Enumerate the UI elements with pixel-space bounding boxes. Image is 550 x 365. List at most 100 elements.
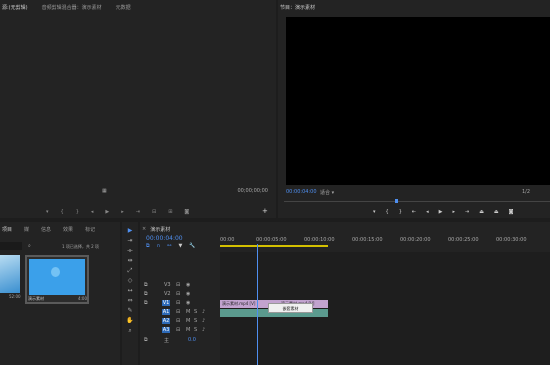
eye-icon[interactable]: ◉ [186, 300, 190, 306]
ruler-label: 00:00:25:00 [448, 237, 479, 243]
program-timecode: 00:00:04:00 [286, 189, 317, 195]
timeline-close-icon[interactable]: × [142, 226, 146, 232]
mute-icon[interactable]: M [186, 327, 190, 333]
rolling-edit-icon[interactable]: ⇹ [126, 257, 134, 265]
source-panel: 源:(无剪辑) 音频剪辑混合器：演示素材 元数据 00;00;00;00 ▦ ▾… [0, 0, 276, 218]
slide-icon[interactable]: ⇔ [126, 297, 134, 305]
step-back-icon[interactable]: ◂ [91, 209, 94, 215]
quality-select[interactable]: 1/2 [522, 189, 530, 195]
mic-icon[interactable]: ♪ [202, 327, 205, 333]
tab-markers[interactable]: 标记 [85, 226, 95, 233]
play-icon[interactable]: ▶ [105, 209, 109, 215]
mark-in-icon[interactable]: { [386, 209, 389, 215]
mark-out-icon[interactable]: { [61, 209, 64, 215]
master-volume[interactable]: 0.0 [188, 337, 196, 343]
lift-icon[interactable]: ⏏ [479, 209, 484, 215]
ruler-label: 00:00:30:00 [496, 237, 527, 243]
tool-bar: ▶ ⇥ ⟛ ⇹ ⤢ ◇ ↔ ⇔ ✎ ✋ ⌕ [122, 222, 138, 365]
playhead-marker[interactable] [395, 199, 398, 203]
track-a1[interactable]: A1 ⊟ M S ♪ [140, 309, 230, 317]
tab-media[interactable]: 媒 [24, 226, 29, 233]
mute-icon[interactable]: M [186, 309, 190, 315]
slip-icon[interactable]: ↔ [126, 287, 134, 295]
linked-icon[interactable]: ⚯ [167, 243, 171, 249]
mic-icon[interactable]: ♪ [202, 309, 205, 315]
tab-program[interactable]: 节目：演示素材 [280, 4, 315, 11]
tab-source[interactable]: 源:(无剪辑) [2, 4, 28, 11]
step-fwd-icon[interactable]: ▸ [121, 209, 124, 215]
tab-project[interactable]: 项目 [2, 226, 12, 233]
track-v3[interactable]: ⧉ V3 ⊟ ◉ [140, 282, 230, 290]
play-icon[interactable]: ▶ [439, 209, 443, 215]
go-out-icon[interactable]: ⇥ [136, 209, 140, 215]
tab-sequence[interactable]: 演示素材 [150, 226, 170, 233]
go-in-icon[interactable]: } [76, 209, 79, 215]
export-frame-icon[interactable]: ◙ [184, 209, 189, 215]
extract-icon[interactable]: ⏏ [494, 209, 499, 215]
mute-icon[interactable]: M [186, 318, 190, 324]
sync-lock-icon[interactable]: ⊟ [176, 291, 180, 297]
track-v1[interactable]: ⧉ V1 ⊟ ◉ [140, 300, 230, 308]
marker-icon[interactable]: ▼ [178, 243, 182, 249]
hand-icon[interactable]: ✋ [126, 317, 134, 325]
eye-icon[interactable]: ◉ [186, 291, 190, 297]
go-out-icon[interactable]: ⇥ [465, 209, 469, 215]
project-item-duration: 4:00 [78, 296, 87, 301]
search-input[interactable] [0, 242, 22, 250]
ruler-label: 00:00:10:00 [304, 237, 335, 243]
snap-icon[interactable]: ∩ [157, 243, 161, 249]
pen-icon[interactable]: ✎ [126, 307, 134, 315]
search-icon[interactable]: ⌕ [28, 243, 31, 249]
add-marker-icon[interactable]: ▾ [373, 209, 376, 215]
add-button[interactable]: + [262, 207, 268, 215]
solo-icon[interactable]: S [194, 309, 197, 315]
zoom-icon[interactable]: ⌕ [126, 327, 134, 335]
program-monitor: 节目：演示素材 00:00:04:00 适合 ▾ 1/2 ▾ { } ⇤ ◂ ▶… [278, 0, 550, 218]
source-marker-icon[interactable]: ▦ [102, 188, 107, 194]
mic-icon[interactable]: ♪ [202, 318, 205, 324]
nest-icon[interactable]: ⧉ [146, 243, 150, 249]
sync-lock-icon[interactable]: ⊟ [176, 327, 180, 333]
time-ruler[interactable]: 00:00 00:00:05:00 00:00:10:00 00:00:15:0… [220, 234, 550, 248]
solo-icon[interactable]: S [194, 327, 197, 333]
insert-icon[interactable]: ⊟ [152, 209, 156, 215]
tab-audio-mixer[interactable]: 音频剪辑混合器：演示素材 [42, 4, 102, 11]
overwrite-icon[interactable]: ⊞ [168, 209, 172, 215]
source-controls: ▾ { } ◂ ▶ ▸ ⇥ ⊟ ⊞ ◙ [46, 209, 189, 215]
track-select-icon[interactable]: ⇥ [126, 237, 134, 245]
track-a2[interactable]: A2 ⊟ M S ♪ [140, 318, 230, 326]
sync-lock-icon[interactable]: ⊟ [176, 309, 180, 315]
track-a3[interactable]: A3 ⊟ M S ♪ [140, 327, 230, 335]
track-v2[interactable]: ⧉ V2 ⊟ ◉ [140, 291, 230, 299]
playhead-line[interactable] [257, 244, 258, 365]
export-frame-icon[interactable]: ◙ [509, 209, 514, 215]
context-menu[interactable]: 嵌套素材 [268, 303, 313, 313]
project-item-thumb [29, 259, 85, 295]
project-item-thumb[interactable] [0, 255, 20, 293]
track-area[interactable]: 演示素材.mp4 [V] 演示素材.mp4 [V] 嵌套素材 [220, 244, 550, 365]
fit-select[interactable]: 适合 ▾ [320, 189, 334, 196]
work-area-bar[interactable] [220, 245, 328, 247]
razor-icon[interactable]: ◇ [126, 277, 134, 285]
mark-out-icon[interactable]: } [399, 209, 402, 215]
go-in-icon[interactable]: ⇤ [412, 209, 416, 215]
tab-effects[interactable]: 效果 [63, 226, 73, 233]
selection-tool-icon[interactable]: ▶ [126, 227, 134, 235]
timeline-panel: × 演示素材 00:00:04:00 ⧉ ∩ ⚯ ▼ 🔧 00:00 00:00… [140, 222, 550, 365]
sync-lock-icon[interactable]: ⊟ [176, 318, 180, 324]
program-scrubber[interactable] [284, 199, 550, 203]
solo-icon[interactable]: S [194, 318, 197, 324]
rate-stretch-icon[interactable]: ⤢ [126, 267, 134, 275]
step-fwd-icon[interactable]: ▸ [452, 209, 455, 215]
sync-lock-icon[interactable]: ⊟ [176, 300, 180, 306]
eye-icon[interactable]: ◉ [186, 282, 190, 288]
tab-metadata[interactable]: 元数据 [116, 4, 131, 11]
tab-info[interactable]: 信息 [41, 226, 51, 233]
mark-in-icon[interactable]: ▾ [46, 209, 49, 215]
step-back-icon[interactable]: ◂ [426, 209, 429, 215]
ripple-edit-icon[interactable]: ⟛ [126, 247, 134, 255]
sync-lock-icon[interactable]: ⊟ [176, 282, 180, 288]
program-video-frame [286, 17, 550, 185]
clip-video-1[interactable]: 演示素材.mp4 [V] [220, 300, 265, 308]
settings-icon[interactable]: 🔧 [189, 243, 195, 249]
